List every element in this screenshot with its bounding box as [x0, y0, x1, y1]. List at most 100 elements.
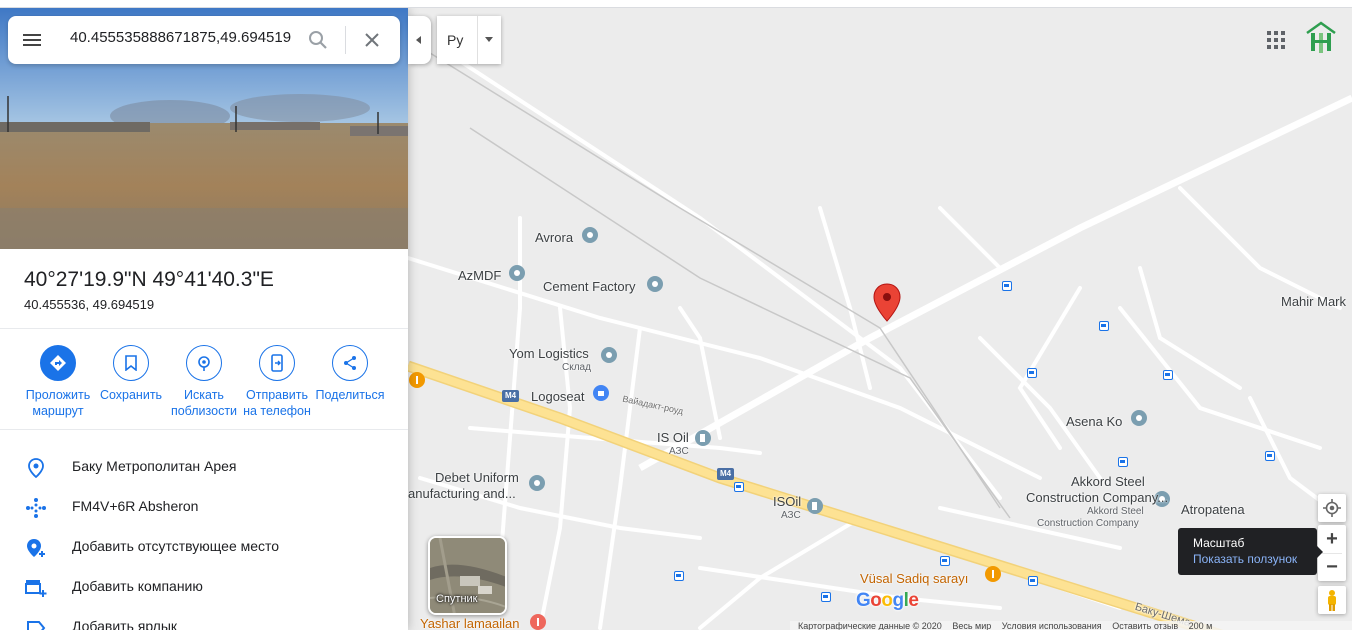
info-row-add-place[interactable]: Добавить отсутствующее место — [0, 526, 408, 566]
bus-stop-icon[interactable] — [1099, 321, 1109, 331]
place-decimal-coords[interactable]: 40.455536, 49.694519 — [24, 297, 154, 312]
save-label: Сохранить — [99, 388, 163, 402]
map-label-cement-factory[interactable]: Cement Factory — [543, 279, 635, 294]
save-button[interactable]: Сохранить — [93, 345, 169, 403]
highway-shield-m4: M4 — [502, 390, 520, 402]
info-row-add-label-text: Добавить ярлык — [72, 618, 178, 630]
map-label-debet-uniform-2[interactable]: anufacturing and... — [408, 486, 516, 501]
poi-pin-icon[interactable] — [508, 265, 526, 283]
search-separator — [345, 26, 346, 54]
bus-stop-icon[interactable] — [1118, 457, 1128, 467]
map-label-logoseat[interactable]: Logoseat — [531, 389, 585, 404]
map-label-atropatena[interactable]: Atropatena — [1181, 502, 1245, 517]
info-row-add-label[interactable]: Добавить ярлык — [0, 606, 408, 630]
show-slider-link[interactable]: Показать ползунок — [1193, 552, 1297, 566]
map-label-akkord-steel[interactable]: Akkord Steel — [1071, 474, 1145, 489]
poi-pin-icon[interactable] — [1130, 410, 1148, 428]
map-data-copyright: Картографические данные © 2020 — [798, 621, 942, 630]
nearby-icon — [186, 345, 222, 381]
google-logo: Google — [856, 590, 919, 612]
send-to-phone-icon — [259, 345, 295, 381]
apps-grid-icon[interactable] — [1264, 28, 1288, 52]
language-layer-label: Ру — [447, 32, 464, 48]
bus-stop-icon[interactable] — [940, 556, 950, 566]
map-label-azmdf[interactable]: AzMDF — [458, 268, 501, 283]
gas-station-pin-icon[interactable] — [806, 498, 824, 516]
close-icon[interactable] — [360, 28, 384, 52]
feedback-link[interactable]: Оставить отзыв — [1112, 621, 1178, 630]
bus-stop-icon[interactable] — [1163, 370, 1173, 380]
info-row-plus-code[interactable]: FM4V+6R Absheron — [0, 486, 408, 526]
satellite-layer-button[interactable]: Спутник — [428, 536, 507, 615]
gas-station-pin-icon[interactable] — [694, 430, 712, 448]
dropped-pin-marker[interactable] — [873, 283, 901, 323]
bus-stop-icon[interactable] — [674, 571, 684, 581]
place-title: 40°27'19.9"N 49°41'40.3"E — [24, 268, 274, 291]
account-avatar-logo[interactable] — [1302, 19, 1340, 57]
zoom-tooltip: Масштаб Показать ползунок — [1178, 528, 1323, 575]
collapse-panel-button[interactable] — [408, 16, 431, 64]
map-label-asena[interactable]: Asena Ko — [1066, 414, 1122, 429]
place-panel: 40°27'19.9"N 49°41'40.3"E 40.455536, 49.… — [0, 8, 408, 630]
poi-pin-icon[interactable] — [646, 276, 664, 294]
map-label-isoil-1-sub: АЗС — [669, 446, 689, 457]
map-label-isoil-1[interactable]: IS Oil — [657, 430, 689, 445]
menu-icon[interactable] — [20, 28, 44, 52]
tooltip-arrow — [1317, 546, 1323, 558]
world-link[interactable]: Весь мир — [952, 621, 991, 630]
info-row-add-business[interactable]: Добавить компанию — [0, 566, 408, 606]
map-label-mahir-mark[interactable]: Mahir Mark — [1281, 294, 1346, 309]
share-label: Поделиться — [315, 388, 385, 402]
map-label-yom-logistics[interactable]: Yom Logistics — [509, 346, 589, 361]
bus-stop-icon[interactable] — [1002, 281, 1012, 291]
info-row-add-business-text: Добавить компанию — [72, 578, 203, 594]
search-icon[interactable] — [306, 28, 330, 52]
language-layer-toggle[interactable]: Ру — [437, 16, 501, 64]
bus-stop-icon[interactable] — [1028, 576, 1038, 586]
map-label-akkord-steel-4: Construction Company — [1037, 518, 1139, 529]
google-logo-letter: e — [908, 590, 919, 611]
restaurant-pin-icon[interactable] — [529, 614, 547, 630]
poi-pin-icon[interactable] — [581, 227, 599, 245]
label-icon — [24, 616, 48, 630]
bus-stop-icon[interactable] — [1027, 368, 1037, 378]
terms-link[interactable]: Условия использования — [1002, 621, 1102, 630]
bus-stop-icon[interactable] — [734, 482, 744, 492]
map-label-debet-uniform[interactable]: Debet Uniform — [435, 470, 519, 485]
bus-stop-icon[interactable] — [1265, 451, 1275, 461]
google-logo-letter: o — [881, 590, 893, 611]
poi-pin-icon[interactable] — [600, 347, 618, 365]
nearby-label: Искать поблизости — [170, 388, 238, 418]
pegman-icon — [1328, 590, 1336, 611]
google-logo-letter: g — [892, 590, 905, 611]
info-row-address[interactable]: Баку Метрополитан Арея — [0, 446, 408, 486]
bookmark-icon — [113, 345, 149, 381]
share-button[interactable]: Поделиться — [312, 345, 388, 403]
shopping-pin-icon[interactable] — [592, 385, 610, 403]
directions-button[interactable]: Проложить маршрут — [20, 345, 96, 419]
scale-bar-label[interactable]: 200 м — [1189, 621, 1213, 630]
restaurant-pin-icon[interactable] — [984, 566, 1002, 584]
nearby-button[interactable]: Искать поблизости — [166, 345, 242, 419]
highway-shield-m4: M4 — [717, 468, 735, 480]
map-label-akkord-steel-2[interactable]: Construction Company... — [1026, 490, 1168, 505]
send-to-phone-button[interactable]: Отправить на телефон — [239, 345, 315, 419]
map-label-vusal[interactable]: Vüsal Sadiq sarayı — [860, 571, 968, 586]
poi-pin-icon[interactable] — [528, 475, 546, 493]
street-view-pegman-button[interactable] — [1318, 586, 1346, 614]
add-place-icon — [24, 536, 48, 560]
bus-stop-icon[interactable] — [821, 592, 831, 602]
directions-icon — [40, 345, 76, 381]
info-row-address-text: Баку Метрополитан Арея — [72, 458, 237, 474]
chevron-left-icon — [416, 36, 421, 44]
search-input[interactable]: 40.455535888671875,49.694519 — [70, 29, 296, 51]
map-label-isoil-2[interactable]: ISOil — [773, 494, 801, 509]
chevron-down-icon[interactable] — [483, 36, 495, 44]
send-to-phone-label: Отправить на телефон — [243, 388, 311, 418]
map-label-akkord-steel-3: Akkord Steel — [1087, 506, 1144, 517]
restaurant-pin-icon[interactable] — [408, 372, 426, 390]
map-label-avrora[interactable]: Avrora — [535, 230, 573, 245]
directions-label: Проложить маршрут — [25, 388, 91, 418]
my-location-button[interactable] — [1318, 494, 1346, 522]
map-label-yesil[interactable]: Yashar lamaailan — [420, 616, 519, 630]
